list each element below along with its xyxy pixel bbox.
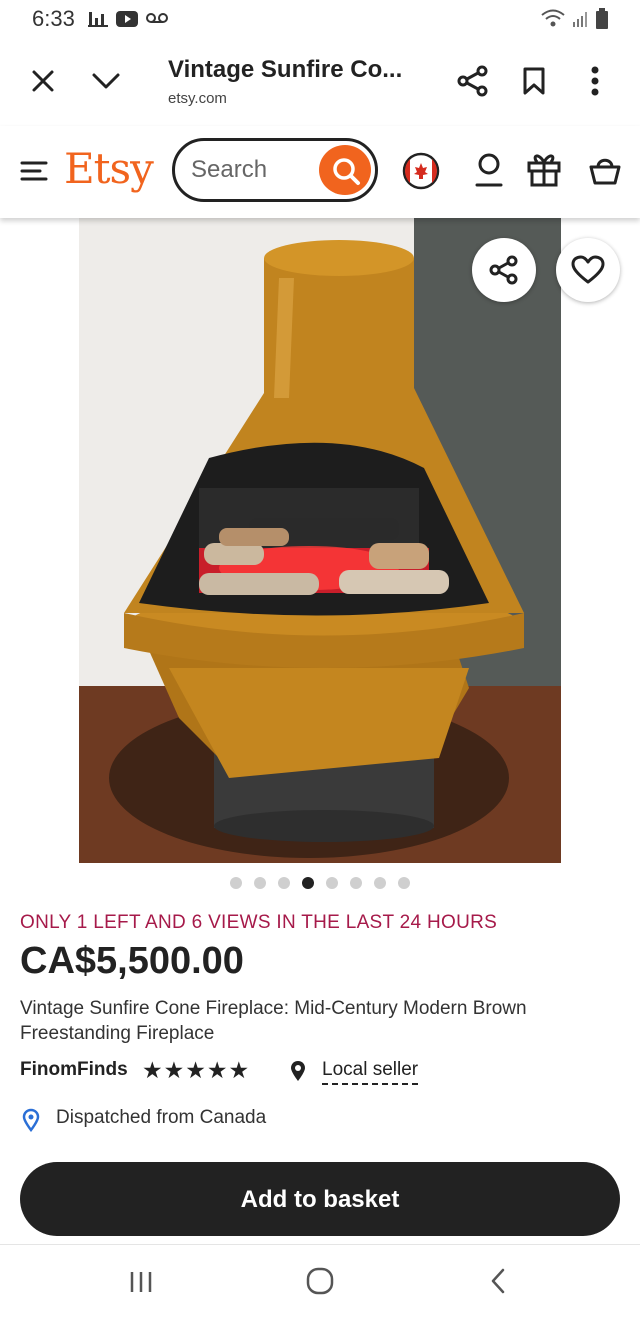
more-vert-icon[interactable] xyxy=(590,66,600,96)
page-title: Vintage Sunfire Co... xyxy=(168,56,403,83)
signal-bars-icon xyxy=(88,10,108,28)
location-pin-icon xyxy=(22,1108,40,1132)
cell-signal-icon xyxy=(572,10,590,28)
product-price: CA$5,500.00 xyxy=(20,940,244,982)
fireplace-photo xyxy=(79,218,561,863)
image-share-button[interactable] xyxy=(472,238,536,302)
close-icon[interactable] xyxy=(30,68,56,94)
shop-name[interactable]: FinomFinds xyxy=(20,1059,128,1081)
system-nav-bar xyxy=(0,1244,640,1317)
search-button[interactable] xyxy=(319,145,371,195)
menu-icon[interactable] xyxy=(20,160,48,182)
carousel-dot[interactable] xyxy=(230,877,242,889)
share-icon xyxy=(488,254,520,286)
gift-icon[interactable] xyxy=(526,150,562,188)
carousel-dot[interactable] xyxy=(254,877,266,889)
share-icon[interactable] xyxy=(456,64,490,98)
carousel-dots xyxy=(0,876,640,896)
status-bar: 6:33 xyxy=(0,0,640,40)
carousel-dot[interactable] xyxy=(398,877,410,889)
dispatch-info: Dispatched from Canada xyxy=(56,1107,267,1128)
add-to-basket-button[interactable]: Add to basket xyxy=(20,1162,620,1236)
urgency-message: ONLY 1 LEFT AND 6 VIEWS IN THE LAST 24 H… xyxy=(20,912,498,933)
battery-icon xyxy=(596,8,608,30)
rating-stars: ★★★★★ xyxy=(142,1057,251,1083)
recents-icon[interactable] xyxy=(128,1269,154,1295)
etsy-header: Etsy xyxy=(0,126,640,218)
product-title: Vintage Sunfire Cone Fireplace: Mid-Cent… xyxy=(20,998,527,1044)
carousel-dot-active[interactable] xyxy=(302,877,314,889)
account-icon[interactable] xyxy=(474,152,504,188)
local-seller-link[interactable]: Local seller xyxy=(322,1059,419,1085)
bookmark-icon[interactable] xyxy=(522,66,546,96)
chevron-down-icon[interactable] xyxy=(90,70,122,92)
wifi-icon xyxy=(540,8,566,28)
carousel-dot[interactable] xyxy=(278,877,290,889)
carousel-dot[interactable] xyxy=(374,877,386,889)
search-icon xyxy=(331,156,361,186)
home-icon[interactable] xyxy=(306,1267,334,1295)
product-image[interactable] xyxy=(79,218,561,863)
browser-toolbar: Vintage Sunfire Co... etsy.com xyxy=(0,40,640,127)
status-time: 6:33 xyxy=(32,6,75,31)
heart-icon xyxy=(571,255,605,285)
back-icon[interactable] xyxy=(488,1267,508,1295)
search-bar xyxy=(172,138,378,202)
location-pin-icon xyxy=(290,1060,306,1082)
favorite-button[interactable] xyxy=(556,238,620,302)
voicemail-icon xyxy=(146,12,168,24)
etsy-logo[interactable]: Etsy xyxy=(64,144,154,193)
canada-flag-icon[interactable] xyxy=(402,152,440,190)
search-input[interactable] xyxy=(189,154,313,186)
basket-icon[interactable] xyxy=(588,156,622,186)
page-url: etsy.com xyxy=(168,90,227,107)
carousel-dot[interactable] xyxy=(350,877,362,889)
youtube-icon xyxy=(116,10,138,28)
carousel-dot[interactable] xyxy=(326,877,338,889)
